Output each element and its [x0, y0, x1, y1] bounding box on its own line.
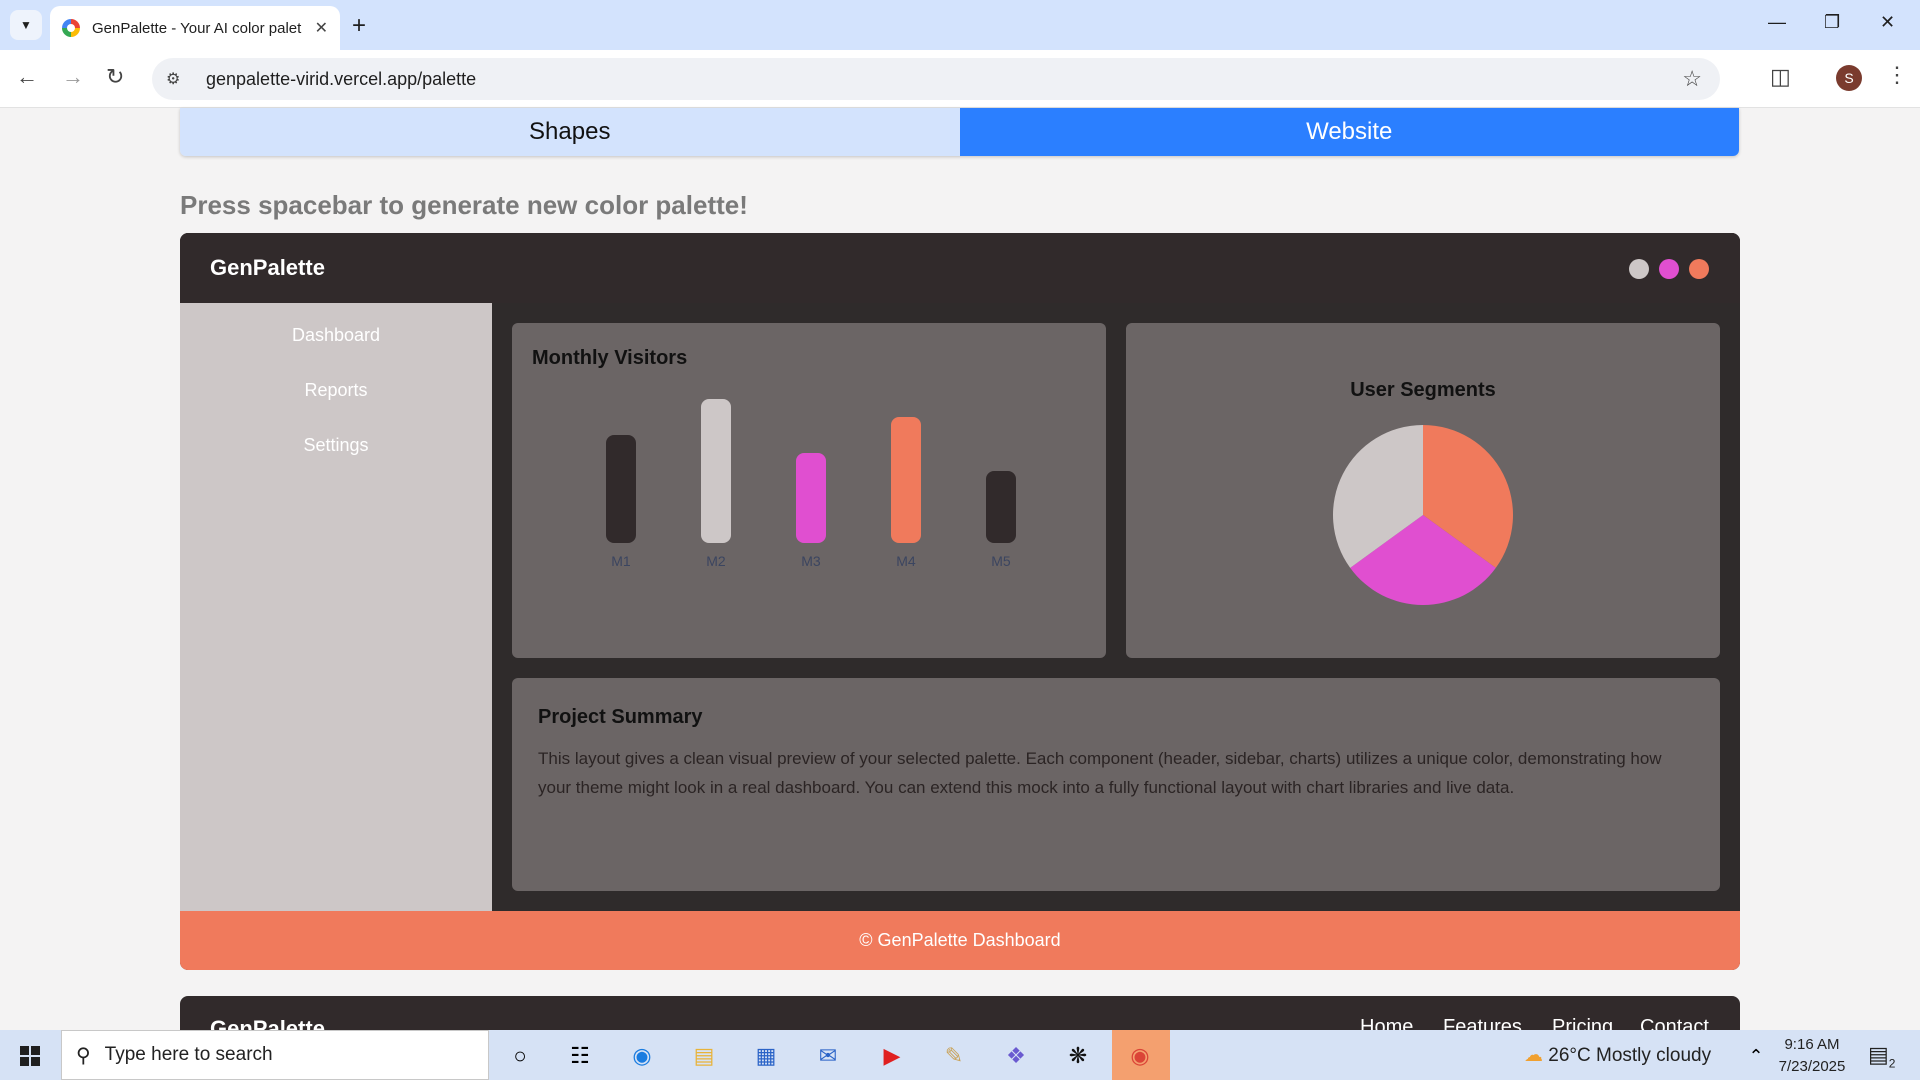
preview-footer: © GenPalette Dashboard — [180, 911, 1740, 970]
nav-link-home[interactable]: Home — [1360, 1016, 1413, 1030]
file-explorer-icon[interactable]: ▤ — [688, 1040, 720, 1072]
sidebar-item-reports[interactable]: Reports — [180, 380, 492, 401]
browser-tab[interactable]: GenPalette - Your AI color palet ✕ — [50, 6, 340, 50]
taskbar-search-placeholder: Type here to search — [104, 1044, 273, 1065]
project-summary-title: Project Summary — [538, 706, 703, 728]
clock-date: 7/23/2025 — [1778, 1058, 1846, 1075]
preview-sidebar: Dashboard Reports Settings — [180, 303, 492, 911]
chevron-down-icon: ▼ — [20, 18, 32, 32]
site-settings-icon[interactable]: ⚙ — [166, 69, 186, 89]
bar-label-m3: M3 — [801, 553, 821, 569]
system-clock[interactable]: 9:16 AM 7/23/2025 — [1772, 1034, 1852, 1078]
bar-label-m1: M1 — [611, 553, 631, 569]
minimize-icon[interactable]: — — [1768, 12, 1786, 33]
browser-toolbar: ← → ↻ ⚙ genpalette-virid.vercel.app/pale… — [0, 50, 1920, 108]
tab-title: GenPalette - Your AI color palet — [92, 19, 302, 37]
mode-tabs: Shapes Website — [180, 108, 1739, 156]
window-close-icon[interactable]: ✕ — [1880, 12, 1895, 33]
project-summary-text: This layout gives a clean visual preview… — [538, 749, 1662, 797]
palette-dot-2 — [1659, 259, 1679, 279]
nav-link-pricing[interactable]: Pricing — [1552, 1016, 1613, 1030]
nav-link-features[interactable]: Features — [1443, 1016, 1522, 1030]
bar-chart: M1 M2 M3 M4 M5 — [512, 323, 1106, 658]
chatgpt-icon[interactable]: ❋ — [1062, 1040, 1094, 1072]
notification-count: 2 — [1888, 1056, 1896, 1071]
taskbar-search[interactable]: ⚲ Type here to search — [61, 1030, 489, 1080]
windows-taskbar: ⚲ Type here to search ○ ☷ ◉ ▤ ▦ ✉ ▶ ✎ ❖ … — [0, 1030, 1920, 1080]
bar-label-m4: M4 — [896, 553, 916, 569]
task-view-icon[interactable]: ☷ — [564, 1040, 596, 1072]
profile-avatar[interactable]: S — [1836, 65, 1862, 91]
site-favicon-icon — [62, 19, 80, 37]
bar-label-m5: M5 — [991, 553, 1011, 569]
restore-icon[interactable]: ❐ — [1824, 12, 1840, 33]
weather-widget[interactable]: ☁ 26°C Mostly cloudy — [1524, 1044, 1711, 1067]
search-icon: ⚲ — [76, 1044, 91, 1067]
copilot-icon[interactable]: ❖ — [1000, 1040, 1032, 1072]
close-icon[interactable]: ✕ — [315, 18, 328, 38]
website-nav-preview: GenPalette Home Features Pricing Contact — [180, 996, 1740, 1030]
cloud-icon: ☁ — [1524, 1045, 1543, 1066]
browser-tab-bar: ▼ GenPalette - Your AI color palet ✕ + —… — [0, 0, 1920, 50]
tab-shapes[interactable]: Shapes — [180, 108, 960, 156]
preview-header: GenPalette — [180, 233, 1740, 303]
forward-arrow-icon[interactable]: → — [62, 64, 84, 90]
tab-website[interactable]: Website — [959, 108, 1739, 156]
nav-brand: GenPalette — [210, 1016, 325, 1030]
chevron-up-icon[interactable]: ⌃ — [1740, 1040, 1772, 1072]
monthly-visitors-card: Monthly Visitors M1 M2 M3 M4 M5 — [512, 323, 1106, 658]
bar-m5 — [986, 471, 1016, 543]
tab-search-button[interactable]: ▼ — [10, 10, 42, 40]
chrome-icon[interactable]: ◉ — [1124, 1040, 1156, 1072]
preview-brand: GenPalette — [210, 255, 325, 280]
sidebar-item-dashboard[interactable]: Dashboard — [180, 325, 492, 346]
user-segments-card: User Segments — [1126, 323, 1720, 658]
cortana-icon[interactable]: ○ — [504, 1040, 536, 1072]
bar-m2 — [701, 399, 731, 543]
back-arrow-icon[interactable]: ← — [16, 64, 38, 90]
pie-chart — [1333, 425, 1513, 605]
extensions-icon[interactable]: ◫ — [1770, 64, 1791, 90]
website-preview: GenPalette Dashboard Reports Settings Mo… — [180, 233, 1740, 970]
bar-m3 — [796, 453, 826, 543]
windows-start-icon[interactable] — [20, 1046, 40, 1066]
project-summary-card: Project Summary This layout gives a clea… — [512, 678, 1720, 891]
more-menu-icon[interactable]: ⋮ — [1886, 62, 1908, 88]
nav-link-contact[interactable]: Contact — [1640, 1016, 1709, 1030]
bookmark-star-icon[interactable]: ☆ — [1682, 66, 1702, 92]
clock-time: 9:16 AM — [1784, 1036, 1840, 1053]
weather-text: 26°C Mostly cloudy — [1548, 1045, 1712, 1066]
sidebar-item-settings[interactable]: Settings — [180, 435, 492, 456]
preview-main: Monthly Visitors M1 M2 M3 M4 M5 User Segment… — [492, 303, 1740, 911]
bar-label-m2: M2 — [706, 553, 726, 569]
youtube-icon[interactable]: ▶ — [876, 1040, 908, 1072]
bar-m1 — [606, 435, 636, 543]
spacebar-hint: Press spacebar to generate new color pal… — [180, 190, 748, 220]
address-bar[interactable]: ⚙ genpalette-virid.vercel.app/palette ☆ — [152, 58, 1720, 100]
reload-icon[interactable]: ↻ — [106, 64, 124, 90]
new-tab-button[interactable]: + — [352, 12, 366, 40]
notification-icon[interactable]: ▤2 — [1868, 1042, 1895, 1070]
mail-icon[interactable]: ✉ — [812, 1040, 844, 1072]
store-icon[interactable]: ▦ — [750, 1040, 782, 1072]
palette-dot-3 — [1689, 259, 1709, 279]
paint-icon[interactable]: ✎ — [938, 1040, 970, 1072]
url-text[interactable]: genpalette-virid.vercel.app/palette — [206, 69, 476, 90]
edge-icon[interactable]: ◉ — [626, 1040, 658, 1072]
palette-dot-1 — [1629, 259, 1649, 279]
bar-m4 — [891, 417, 921, 543]
